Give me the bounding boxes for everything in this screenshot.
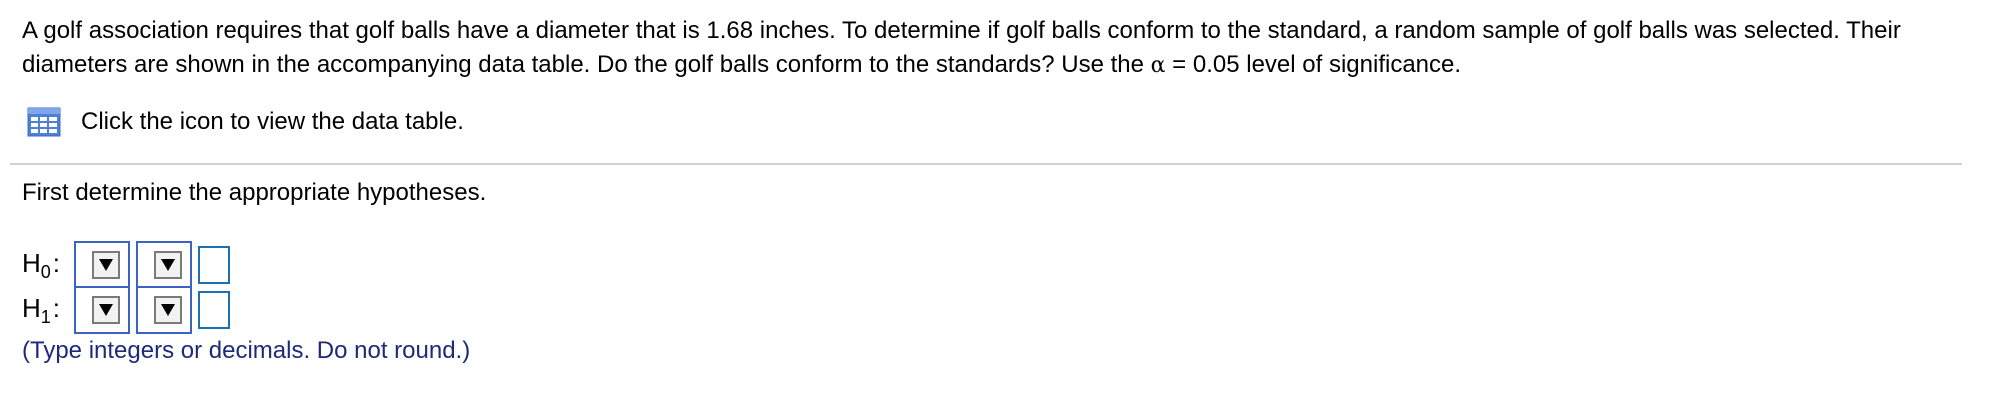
alternative-relation-dropdown[interactable] [136,286,192,334]
question-paragraph: A golf association requires that golf ba… [22,14,1962,83]
h-letter: H [22,247,41,278]
question-text: A golf association requires that golf ba… [22,14,1962,83]
data-table-link-text: Click the icon to view the data table. [81,108,464,135]
data-table-icon[interactable] [27,107,61,137]
input-hint: (Type integers or decimals. Do not round… [22,337,471,364]
null-value-input[interactable] [198,246,230,284]
alternative-hypothesis-label: H1: [22,293,74,328]
dropdown-arrow-icon[interactable] [92,296,120,324]
alternative-hypothesis-row: H1: [22,286,230,334]
null-relation-dropdown[interactable] [136,241,192,289]
dropdown-arrow-icon[interactable] [154,296,182,324]
alpha-symbol: α [1150,53,1166,78]
h-letter: H [22,292,41,323]
h-colon: : [52,292,61,323]
h-colon: : [52,247,61,278]
alternative-value-input[interactable] [198,291,230,329]
alpha-level-text: = 0.05 level of significance. [1165,51,1462,78]
null-parameter-dropdown[interactable] [74,241,130,289]
h-subscript: 1 [40,306,51,327]
alternative-parameter-dropdown[interactable] [74,286,130,334]
h-subscript: 0 [40,261,51,282]
null-hypothesis-row: H0: [22,241,230,289]
data-table-link[interactable]: Click the icon to view the data table. [27,106,464,138]
section-divider [10,163,1962,165]
dropdown-arrow-icon[interactable] [154,251,182,279]
dropdown-arrow-icon[interactable] [92,251,120,279]
question-body: A golf association requires that golf ba… [22,17,1901,78]
null-hypothesis-label: H0: [22,248,74,283]
hypotheses-prompt: First determine the appropriate hypothes… [22,179,487,206]
